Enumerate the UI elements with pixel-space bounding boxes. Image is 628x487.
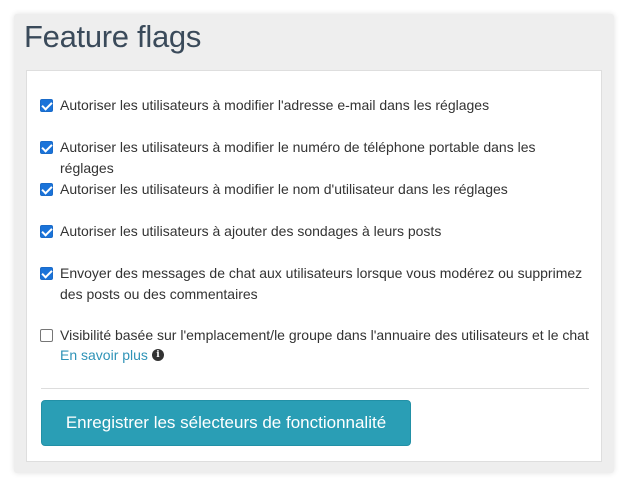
option-text-group: Visibilité basée sur l'emplacement/le gr…	[60, 325, 589, 363]
option-label: Autoriser les utilisateurs à modifier le…	[60, 139, 536, 176]
feature-flags-panel: Feature flags Autoriser les utilisateurs…	[14, 14, 614, 473]
option-label: Visibilité basée sur l'emplacement/le gr…	[60, 327, 589, 343]
info-circle-icon[interactable]: i	[151, 349, 164, 361]
checkbox-moderation-chat[interactable]	[40, 267, 53, 280]
option-add-polls[interactable]: Autoriser les utilisateurs à ajouter des…	[40, 221, 590, 242]
option-label: Autoriser les utilisateurs à ajouter des…	[60, 223, 442, 239]
page-background: Feature flags Autoriser les utilisateurs…	[0, 0, 628, 487]
option-label: Envoyer des messages de chat aux utilisa…	[60, 265, 583, 302]
option-moderation-chat[interactable]: Envoyer des messages de chat aux utilisa…	[40, 263, 590, 305]
learn-more-row: En savoir plus i	[60, 347, 589, 363]
checkbox-location-visibility[interactable]	[40, 329, 53, 342]
option-location-visibility[interactable]: Visibilité basée sur l'emplacement/le gr…	[40, 325, 590, 363]
option-modify-username[interactable]: Autoriser les utilisateurs à modifier le…	[40, 179, 590, 200]
checkbox-modify-username[interactable]	[40, 183, 53, 196]
checkbox-add-polls[interactable]	[40, 225, 53, 238]
divider	[41, 388, 589, 389]
checkbox-modify-email[interactable]	[40, 99, 53, 112]
learn-more-link[interactable]: En savoir plus	[60, 347, 148, 363]
checkbox-modify-phone[interactable]	[40, 141, 53, 154]
option-modify-phone[interactable]: Autoriser les utilisateurs à modifier le…	[40, 137, 590, 179]
panel-title: Feature flags	[24, 19, 202, 54]
option-label: Autoriser les utilisateurs à modifier l'…	[60, 97, 490, 113]
option-modify-email[interactable]: Autoriser les utilisateurs à modifier l'…	[40, 95, 590, 116]
feature-flags-card: Autoriser les utilisateurs à modifier l'…	[26, 70, 602, 462]
option-label: Autoriser les utilisateurs à modifier le…	[60, 181, 508, 197]
save-feature-flags-button[interactable]: Enregistrer les sélecteurs de fonctionna…	[41, 400, 411, 446]
